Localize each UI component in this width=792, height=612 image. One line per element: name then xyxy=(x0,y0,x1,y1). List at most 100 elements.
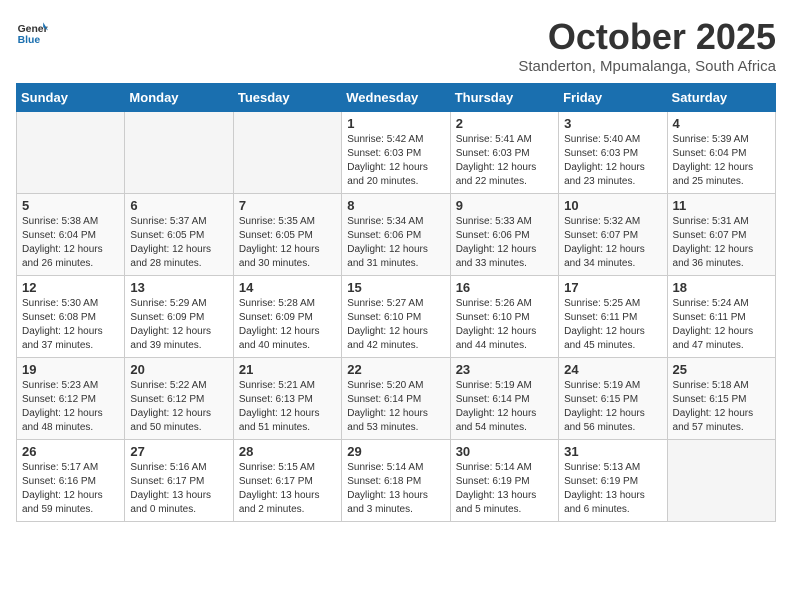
calendar-cell: 4 Sunrise: 5:39 AM Sunset: 6:04 PM Daylig… xyxy=(667,112,775,194)
day-number: 12 xyxy=(22,280,119,295)
day-info: Sunrise: 5:35 AM Sunset: 6:05 PM Dayligh… xyxy=(239,215,336,271)
calendar-cell: 21 Sunrise: 5:21 AM Sunset: 6:13 PM Dayli… xyxy=(233,358,341,440)
calendar-cell: 25 Sunrise: 5:18 AM Sunset: 6:15 PM Dayli… xyxy=(667,358,775,440)
weekday-header-monday: Monday xyxy=(125,84,233,112)
title-block: October 2025 Standerton, Mpumalanga, Sou… xyxy=(518,16,776,75)
calendar-cell xyxy=(125,112,233,194)
day-number: 18 xyxy=(673,280,770,295)
day-number: 14 xyxy=(239,280,336,295)
calendar-table: SundayMondayTuesdayWednesdayThursdayFrid… xyxy=(16,83,776,522)
calendar-cell xyxy=(233,112,341,194)
day-info: Sunrise: 5:14 AM Sunset: 6:18 PM Dayligh… xyxy=(347,461,444,517)
calendar-cell: 6Sunrise: 5:37 AM Sunset: 6:05 PM Daylig… xyxy=(125,194,233,276)
calendar-cell: 22Sunrise: 5:20 AM Sunset: 6:14 PM Dayli… xyxy=(342,358,450,440)
calendar-cell: 19 Sunrise: 5:23 AM Sunset: 6:12 PM Dayli… xyxy=(17,358,125,440)
calendar-cell: 8 Sunrise: 5:34 AM Sunset: 6:06 PM Daylig… xyxy=(342,194,450,276)
day-number: 4 xyxy=(673,116,770,131)
day-number: 25 xyxy=(673,362,770,377)
day-number: 30 xyxy=(456,444,553,459)
calendar-cell: 28 Sunrise: 5:15 AM Sunset: 6:17 PM Dayli… xyxy=(233,440,341,522)
day-number: 13 xyxy=(130,280,227,295)
month-title: October 2025 xyxy=(518,16,776,58)
calendar-cell: 5 Sunrise: 5:38 AM Sunset: 6:04 PM Daylig… xyxy=(17,194,125,276)
day-info: Sunrise: 5:14 AM Sunset: 6:19 PM Dayligh… xyxy=(456,461,553,517)
day-info: Sunrise: 5:32 AM Sunset: 6:07 PM Dayligh… xyxy=(564,215,661,271)
logo-icon: General Blue xyxy=(16,16,48,48)
day-number: 31 xyxy=(564,444,661,459)
calendar-cell: 15Sunrise: 5:27 AM Sunset: 6:10 PM Dayli… xyxy=(342,276,450,358)
day-number: 1 xyxy=(347,116,444,131)
calendar-cell: 11Sunrise: 5:31 AM Sunset: 6:07 PM Dayli… xyxy=(667,194,775,276)
day-number: 5 xyxy=(22,198,119,213)
calendar-cell: 17Sunrise: 5:25 AM Sunset: 6:11 PM Dayli… xyxy=(559,276,667,358)
day-info: Sunrise: 5:13 AM Sunset: 6:19 PM Dayligh… xyxy=(564,461,661,517)
day-info: Sunrise: 5:23 AM Sunset: 6:12 PM Dayligh… xyxy=(22,379,119,435)
day-number: 17 xyxy=(564,280,661,295)
day-info: Sunrise: 5:40 AM Sunset: 6:03 PM Dayligh… xyxy=(564,133,661,189)
day-info: Sunrise: 5:18 AM Sunset: 6:15 PM Dayligh… xyxy=(673,379,770,435)
calendar-week-row: 26 Sunrise: 5:17 AM Sunset: 6:16 PM Dayli… xyxy=(17,440,776,522)
day-number: 26 xyxy=(22,444,119,459)
calendar-week-row: 12Sunrise: 5:30 AM Sunset: 6:08 PM Dayli… xyxy=(17,276,776,358)
calendar-cell: 3 Sunrise: 5:40 AM Sunset: 6:03 PM Daylig… xyxy=(559,112,667,194)
day-number: 20 xyxy=(130,362,227,377)
day-info: Sunrise: 5:34 AM Sunset: 6:06 PM Dayligh… xyxy=(347,215,444,271)
calendar-cell: 9 Sunrise: 5:33 AM Sunset: 6:06 PM Daylig… xyxy=(450,194,558,276)
day-info: Sunrise: 5:20 AM Sunset: 6:14 PM Dayligh… xyxy=(347,379,444,435)
day-number: 8 xyxy=(347,198,444,213)
calendar-cell: 10 Sunrise: 5:32 AM Sunset: 6:07 PM Dayli… xyxy=(559,194,667,276)
day-info: Sunrise: 5:28 AM Sunset: 6:09 PM Dayligh… xyxy=(239,297,336,353)
calendar-cell xyxy=(667,440,775,522)
day-info: Sunrise: 5:39 AM Sunset: 6:04 PM Dayligh… xyxy=(673,133,770,189)
day-number: 3 xyxy=(564,116,661,131)
weekday-header-tuesday: Tuesday xyxy=(233,84,341,112)
calendar-cell: 30 Sunrise: 5:14 AM Sunset: 6:19 PM Dayli… xyxy=(450,440,558,522)
day-number: 27 xyxy=(130,444,227,459)
calendar-cell: 13 Sunrise: 5:29 AM Sunset: 6:09 PM Dayli… xyxy=(125,276,233,358)
calendar-week-row: 1 Sunrise: 5:42 AM Sunset: 6:03 PM Daylig… xyxy=(17,112,776,194)
day-number: 2 xyxy=(456,116,553,131)
calendar-cell: 31 Sunrise: 5:13 AM Sunset: 6:19 PM Dayli… xyxy=(559,440,667,522)
weekday-header-saturday: Saturday xyxy=(667,84,775,112)
day-number: 10 xyxy=(564,198,661,213)
day-info: Sunrise: 5:21 AM Sunset: 6:13 PM Dayligh… xyxy=(239,379,336,435)
calendar-cell: 27Sunrise: 5:16 AM Sunset: 6:17 PM Dayli… xyxy=(125,440,233,522)
day-number: 16 xyxy=(456,280,553,295)
day-info: Sunrise: 5:31 AM Sunset: 6:07 PM Dayligh… xyxy=(673,215,770,271)
location-title: Standerton, Mpumalanga, South Africa xyxy=(518,58,776,75)
day-info: Sunrise: 5:17 AM Sunset: 6:16 PM Dayligh… xyxy=(22,461,119,517)
day-info: Sunrise: 5:27 AM Sunset: 6:10 PM Dayligh… xyxy=(347,297,444,353)
calendar-cell: 12Sunrise: 5:30 AM Sunset: 6:08 PM Dayli… xyxy=(17,276,125,358)
page-header: General Blue October 2025 Standerton, Mp… xyxy=(16,16,776,75)
logo: General Blue xyxy=(16,16,48,48)
day-number: 29 xyxy=(347,444,444,459)
day-number: 28 xyxy=(239,444,336,459)
day-number: 7 xyxy=(239,198,336,213)
day-info: Sunrise: 5:33 AM Sunset: 6:06 PM Dayligh… xyxy=(456,215,553,271)
day-number: 19 xyxy=(22,362,119,377)
calendar-cell: 1 Sunrise: 5:42 AM Sunset: 6:03 PM Daylig… xyxy=(342,112,450,194)
calendar-week-row: 5 Sunrise: 5:38 AM Sunset: 6:04 PM Daylig… xyxy=(17,194,776,276)
day-info: Sunrise: 5:19 AM Sunset: 6:15 PM Dayligh… xyxy=(564,379,661,435)
calendar-cell: 2Sunrise: 5:41 AM Sunset: 6:03 PM Daylig… xyxy=(450,112,558,194)
weekday-header-thursday: Thursday xyxy=(450,84,558,112)
day-info: Sunrise: 5:29 AM Sunset: 6:09 PM Dayligh… xyxy=(130,297,227,353)
day-info: Sunrise: 5:15 AM Sunset: 6:17 PM Dayligh… xyxy=(239,461,336,517)
day-info: Sunrise: 5:26 AM Sunset: 6:10 PM Dayligh… xyxy=(456,297,553,353)
calendar-cell: 14 Sunrise: 5:28 AM Sunset: 6:09 PM Dayli… xyxy=(233,276,341,358)
calendar-cell: 7 Sunrise: 5:35 AM Sunset: 6:05 PM Daylig… xyxy=(233,194,341,276)
day-info: Sunrise: 5:19 AM Sunset: 6:14 PM Dayligh… xyxy=(456,379,553,435)
day-info: Sunrise: 5:38 AM Sunset: 6:04 PM Dayligh… xyxy=(22,215,119,271)
weekday-header-sunday: Sunday xyxy=(17,84,125,112)
day-number: 21 xyxy=(239,362,336,377)
calendar-cell: 26 Sunrise: 5:17 AM Sunset: 6:16 PM Dayli… xyxy=(17,440,125,522)
day-info: Sunrise: 5:22 AM Sunset: 6:12 PM Dayligh… xyxy=(130,379,227,435)
calendar-cell: 16 Sunrise: 5:26 AM Sunset: 6:10 PM Dayli… xyxy=(450,276,558,358)
calendar-cell: 18 Sunrise: 5:24 AM Sunset: 6:11 PM Dayli… xyxy=(667,276,775,358)
weekday-header-row: SundayMondayTuesdayWednesdayThursdayFrid… xyxy=(17,84,776,112)
day-info: Sunrise: 5:24 AM Sunset: 6:11 PM Dayligh… xyxy=(673,297,770,353)
calendar-week-row: 19 Sunrise: 5:23 AM Sunset: 6:12 PM Dayli… xyxy=(17,358,776,440)
calendar-cell xyxy=(17,112,125,194)
day-info: Sunrise: 5:42 AM Sunset: 6:03 PM Dayligh… xyxy=(347,133,444,189)
day-number: 9 xyxy=(456,198,553,213)
